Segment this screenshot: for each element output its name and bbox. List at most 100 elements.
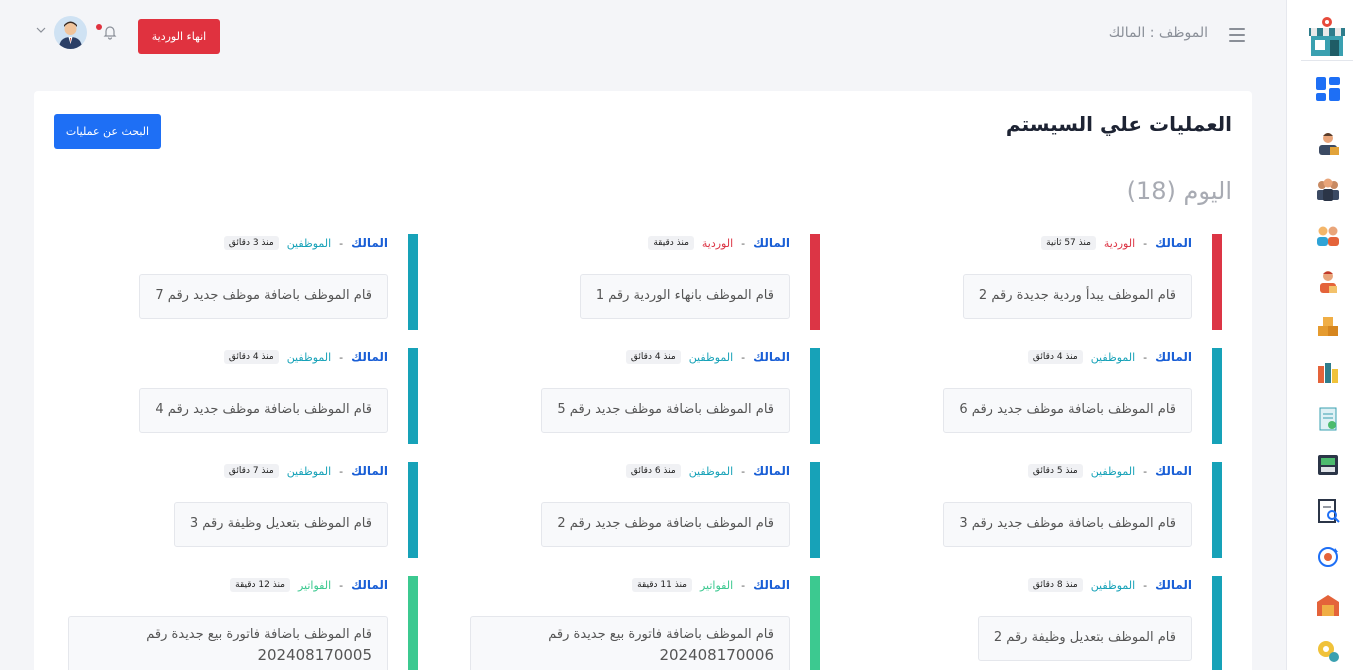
settings-icon[interactable] xyxy=(1315,638,1341,664)
entry-user[interactable]: المالك xyxy=(753,350,790,364)
entry-user[interactable]: المالك xyxy=(753,236,790,250)
dashboard-icon[interactable] xyxy=(1315,76,1341,102)
entry-meta: المالك - الموظفين منذ 5 دقائق xyxy=(1027,464,1192,478)
timeline-entry: المالك - الموظفين منذ 4 دقائق قام الموظف باض… xyxy=(848,348,1222,444)
entry-meta: المالك - الوردية منذ دقيقة xyxy=(648,236,790,250)
separator: - xyxy=(741,464,746,478)
entry-category: الموظفين xyxy=(1090,578,1136,592)
chevron-down-icon[interactable] xyxy=(36,26,46,34)
entry-time-badge: منذ 12 دقيقة xyxy=(230,578,290,592)
entry-user[interactable]: المالك xyxy=(351,464,388,478)
timeline-entry: المالك - الموظفين منذ 6 دقائق قام الموظف باض… xyxy=(446,462,820,558)
entry-user[interactable]: المالك xyxy=(1155,578,1192,592)
entry-user[interactable]: المالك xyxy=(351,578,388,592)
products-box-icon[interactable] xyxy=(1315,314,1341,340)
entry-message: قام الموظف باضافة موظف جديد رقم 4 xyxy=(139,388,388,433)
day-heading: اليوم (18) xyxy=(1126,177,1232,205)
entry-message: قام الموظف باضافة فاتورة بيع جديدة رقم 20… xyxy=(68,616,388,670)
entry-time-badge: منذ 7 دقائق xyxy=(223,464,279,478)
bell-icon[interactable] xyxy=(102,24,118,40)
entry-message-text: قام الموظف بتعديل وظيفة رقم 3 xyxy=(189,516,372,531)
entry-meta: المالك - الفواتير منذ 11 دقيقة xyxy=(632,578,790,592)
separator: - xyxy=(741,578,746,592)
invoice-icon[interactable] xyxy=(1315,406,1341,432)
timeline-entry: المالك - الوردية منذ دقيقة قام الموظف بانهاء… xyxy=(446,234,820,330)
customers-icon[interactable] xyxy=(1315,222,1341,248)
warehouse-icon[interactable] xyxy=(1315,592,1341,618)
categories-icon[interactable] xyxy=(1315,360,1341,386)
timeline-marker xyxy=(810,348,820,444)
entry-user[interactable]: المالك xyxy=(1155,236,1192,250)
reports-icon[interactable] xyxy=(1315,498,1341,524)
entry-message: قام الموظف باضافة موظف جديد رقم 6 xyxy=(943,388,1192,433)
separator: - xyxy=(1143,236,1148,250)
separator: - xyxy=(339,464,344,478)
entry-user[interactable]: المالك xyxy=(351,236,388,250)
entry-message: قام الموظف باضافة موظف جديد رقم 5 xyxy=(541,388,790,433)
sidebar-divider xyxy=(1301,60,1353,61)
entry-time-badge: منذ 57 ثانية xyxy=(1041,236,1096,250)
avatar[interactable] xyxy=(54,16,87,49)
currency-exchange-icon[interactable] xyxy=(1315,544,1341,570)
entry-meta: المالك - الموظفين منذ 4 دقائق xyxy=(1027,350,1192,364)
entry-time-badge: منذ دقيقة xyxy=(648,236,694,250)
entry-meta: المالك - الموظفين منذ 4 دقائق xyxy=(625,350,790,364)
entry-time-badge: منذ 4 دقائق xyxy=(1027,350,1083,364)
employees-group-icon[interactable] xyxy=(1315,176,1341,202)
menu-icon[interactable] xyxy=(1229,28,1245,42)
entry-time-badge: منذ 4 دقائق xyxy=(223,350,279,364)
entry-category: الموظفين xyxy=(286,236,332,250)
entry-message-text: قام الموظف بانهاء الوردية رقم 1 xyxy=(595,288,774,303)
timeline-entry: المالك - الموظفين منذ 4 دقائق قام الموظف باض… xyxy=(446,348,820,444)
entry-user[interactable]: المالك xyxy=(753,464,790,478)
entry-message: قام الموظف باضافة موظف جديد رقم 7 xyxy=(139,274,388,319)
end-shift-button[interactable]: انهاء الوردية xyxy=(138,19,220,54)
entry-message-text: قام الموظف يبدأ وردية جديدة رقم 2 xyxy=(978,288,1176,303)
search-operations-button[interactable]: البحث عن عمليات xyxy=(54,114,161,149)
notification-dot xyxy=(96,24,102,30)
timeline-entry: المالك - الموظفين منذ 5 دقائق قام الموظف باض… xyxy=(848,462,1222,558)
timeline-marker xyxy=(1212,576,1222,670)
timeline-entry: المالك - الفواتير منذ 11 دقيقة قام الموظف با… xyxy=(446,576,820,670)
entry-message-text: قام الموظف باضافة موظف جديد رقم 5 xyxy=(557,402,774,417)
entry-message-text: قام الموظف باضافة فاتورة بيع جديدة رقم xyxy=(548,627,774,642)
entry-time-badge: منذ 5 دقائق xyxy=(1027,464,1083,478)
entry-meta: المالك - الفواتير منذ 12 دقيقة xyxy=(230,578,388,592)
timeline-entry: المالك - الموظفين منذ 7 دقائق قام الموظف بتع… xyxy=(44,462,418,558)
page-title: العمليات علي السيستم xyxy=(1005,112,1232,136)
entry-user[interactable]: المالك xyxy=(1155,350,1192,364)
entry-meta: المالك - الموظفين منذ 7 دقائق xyxy=(223,464,388,478)
entry-category: الموظفين xyxy=(1090,350,1136,364)
entry-time-badge: منذ 11 دقيقة xyxy=(632,578,692,592)
entry-message-text: قام الموظف باضافة موظف جديد رقم 3 xyxy=(959,516,1176,531)
entry-message-text: قام الموظف باضافة فاتورة بيع جديدة رقم xyxy=(146,627,372,642)
timeline-marker xyxy=(408,348,418,444)
store-logo-icon[interactable] xyxy=(1307,16,1347,58)
timeline-entry: المالك - الوردية منذ 57 ثانية قام الموظف يبد… xyxy=(848,234,1222,330)
entry-message-text: قام الموظف بتعديل وظيفة رقم 2 xyxy=(993,630,1176,645)
entry-category: الموظفين xyxy=(688,464,734,478)
timeline-marker xyxy=(810,234,820,330)
entry-category: الموظفين xyxy=(286,350,332,364)
entry-meta: المالك - الوردية منذ 57 ثانية xyxy=(1041,236,1192,250)
entry-message: قام الموظف باضافة فاتورة بيع جديدة رقم 20… xyxy=(470,616,790,670)
entry-invoice-number: 202408170006 xyxy=(659,646,774,664)
timeline-marker xyxy=(810,576,820,670)
timeline-marker xyxy=(810,462,820,558)
employee-icon[interactable] xyxy=(1315,130,1341,156)
timeline-marker xyxy=(1212,234,1222,330)
timeline-entry: المالك - الموظفين منذ 8 دقائق قام الموظف بتع… xyxy=(848,576,1222,670)
entry-meta: المالك - الموظفين منذ 3 دقائق xyxy=(223,236,388,250)
cashier-icon[interactable] xyxy=(1315,452,1341,478)
separator: - xyxy=(339,578,344,592)
supplier-icon[interactable] xyxy=(1315,268,1341,294)
entry-user[interactable]: المالك xyxy=(753,578,790,592)
entry-user[interactable]: المالك xyxy=(351,350,388,364)
timeline-entry: المالك - الفواتير منذ 12 دقيقة قام الموظف با… xyxy=(44,576,418,670)
entry-user[interactable]: المالك xyxy=(1155,464,1192,478)
timeline-marker xyxy=(1212,462,1222,558)
entry-category: الوردية xyxy=(701,236,734,250)
timeline-marker xyxy=(408,462,418,558)
separator: - xyxy=(1143,578,1148,592)
entry-time-badge: منذ 6 دقائق xyxy=(625,464,681,478)
